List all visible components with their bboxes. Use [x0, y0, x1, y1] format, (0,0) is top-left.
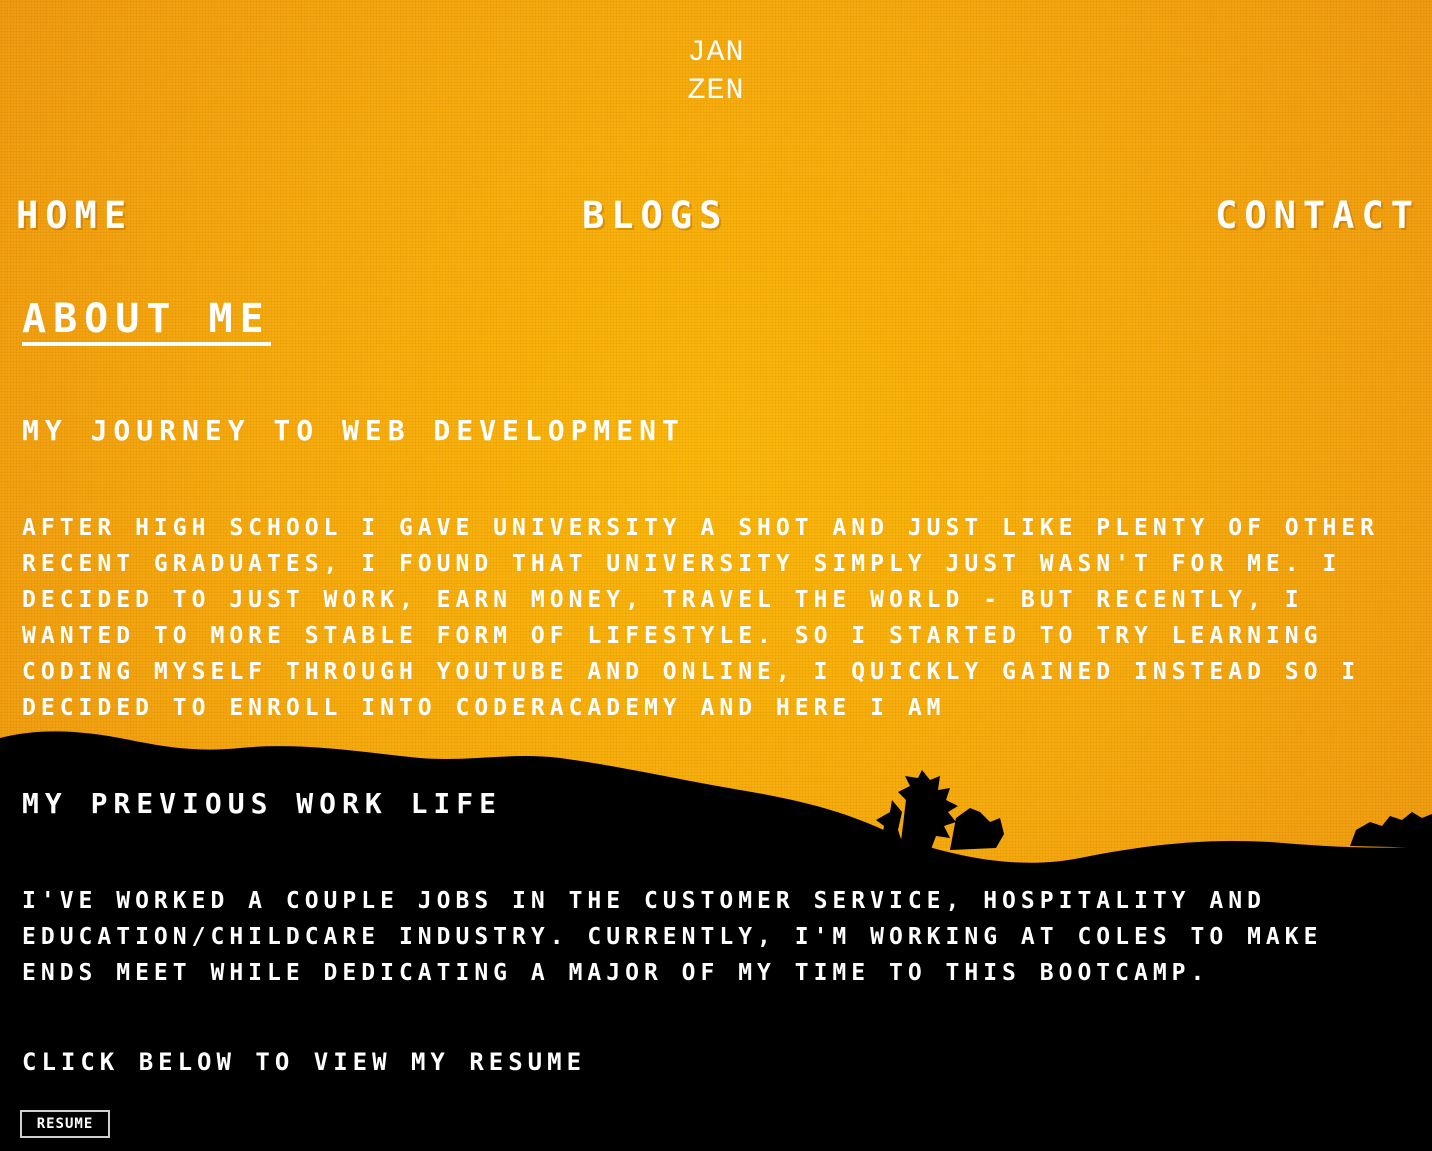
journey-paragraph: After high school I gave university a sh…: [22, 515, 1379, 721]
journey-heading: My Journey to web development: [22, 414, 685, 447]
resume-button[interactable]: Resume: [20, 1110, 110, 1138]
resume-prompt: Click below to view my resume: [22, 1048, 587, 1076]
nav-home-link[interactable]: Home: [16, 194, 133, 237]
page-title: About Me: [22, 296, 271, 346]
work-heading: My previous work life: [22, 787, 503, 820]
nav-blogs-link[interactable]: Blogs: [582, 194, 728, 237]
main-nav: Home Blogs Contact: [16, 194, 1420, 242]
logo-line-1: JAN: [687, 36, 745, 70]
tree-silhouette: [876, 770, 1432, 852]
logo-line-2: ZEN: [687, 74, 745, 108]
work-paragraph: I've worked a couple jobs in the custome…: [22, 888, 1323, 986]
nav-contact-link[interactable]: Contact: [1215, 194, 1420, 237]
site-logo[interactable]: JAN ZEN: [666, 34, 766, 110]
